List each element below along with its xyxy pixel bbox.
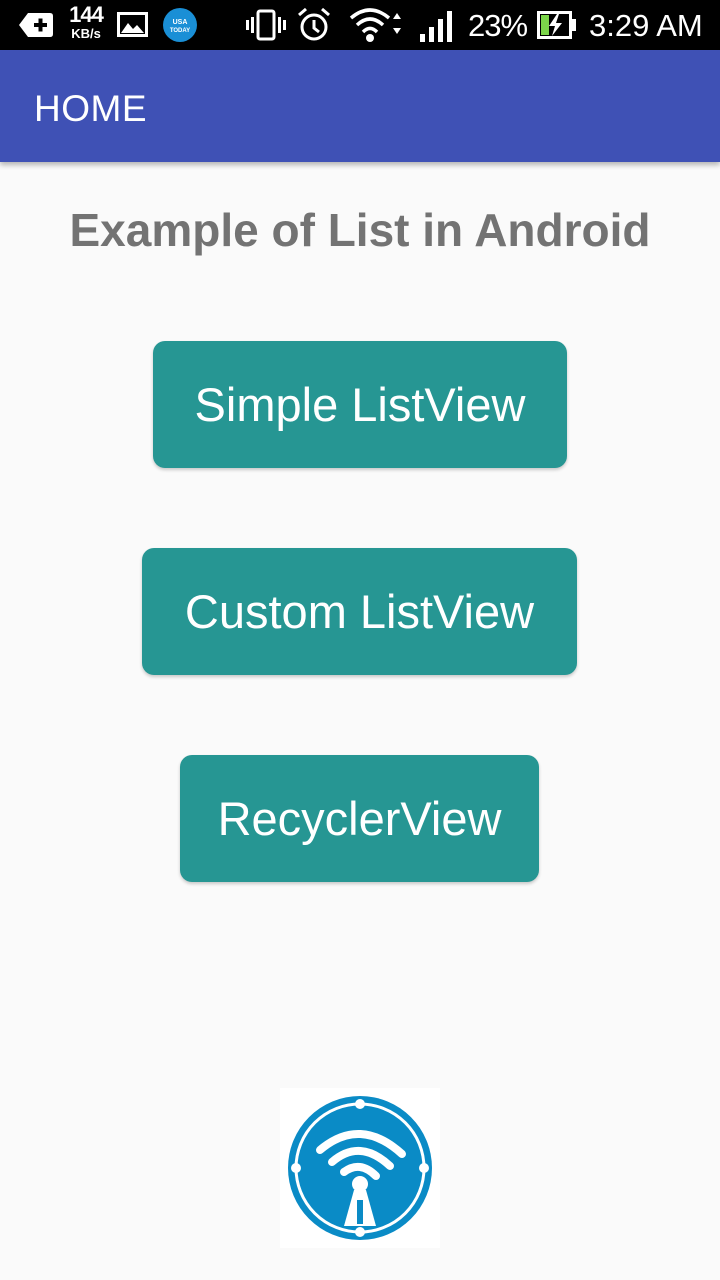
wifi-icon — [349, 8, 401, 42]
app-bar: HOME — [0, 50, 720, 162]
network-speed-value: 144 — [69, 2, 104, 27]
usa-today-label-2: TODAY — [170, 28, 190, 34]
network-speed-unit: KB/s — [71, 26, 101, 41]
usa-today-label-1: USA — [173, 19, 188, 26]
plus-notification-icon — [19, 13, 53, 37]
alarm-icon — [298, 7, 330, 41]
battery-charging-icon — [537, 11, 576, 39]
battery-percent: 23% — [468, 8, 528, 43]
recyclerview-button[interactable]: RecyclerView — [180, 755, 539, 882]
app-bar-title: HOME — [34, 88, 147, 129]
logo — [280, 1088, 440, 1248]
vibrate-icon — [246, 9, 286, 41]
image-icon — [117, 12, 148, 37]
status-bar: 144 KB/s USA TODAY 23% 3:29 AM — [0, 0, 720, 50]
signal-icon — [420, 11, 452, 42]
network-speed: 144 KB/s — [66, 2, 106, 41]
custom-listview-button[interactable]: Custom ListView — [142, 548, 577, 675]
page-heading: Example of List in Android — [69, 204, 651, 256]
screen: 144 KB/s USA TODAY 23% 3:29 AM HOME Exam… — [0, 0, 720, 1280]
wifi-antenna-logo — [288, 1096, 432, 1240]
status-clock: 3:29 AM — [589, 8, 703, 43]
usa-today-icon: USA TODAY — [163, 8, 197, 42]
simple-listview-button[interactable]: Simple ListView — [153, 341, 567, 468]
